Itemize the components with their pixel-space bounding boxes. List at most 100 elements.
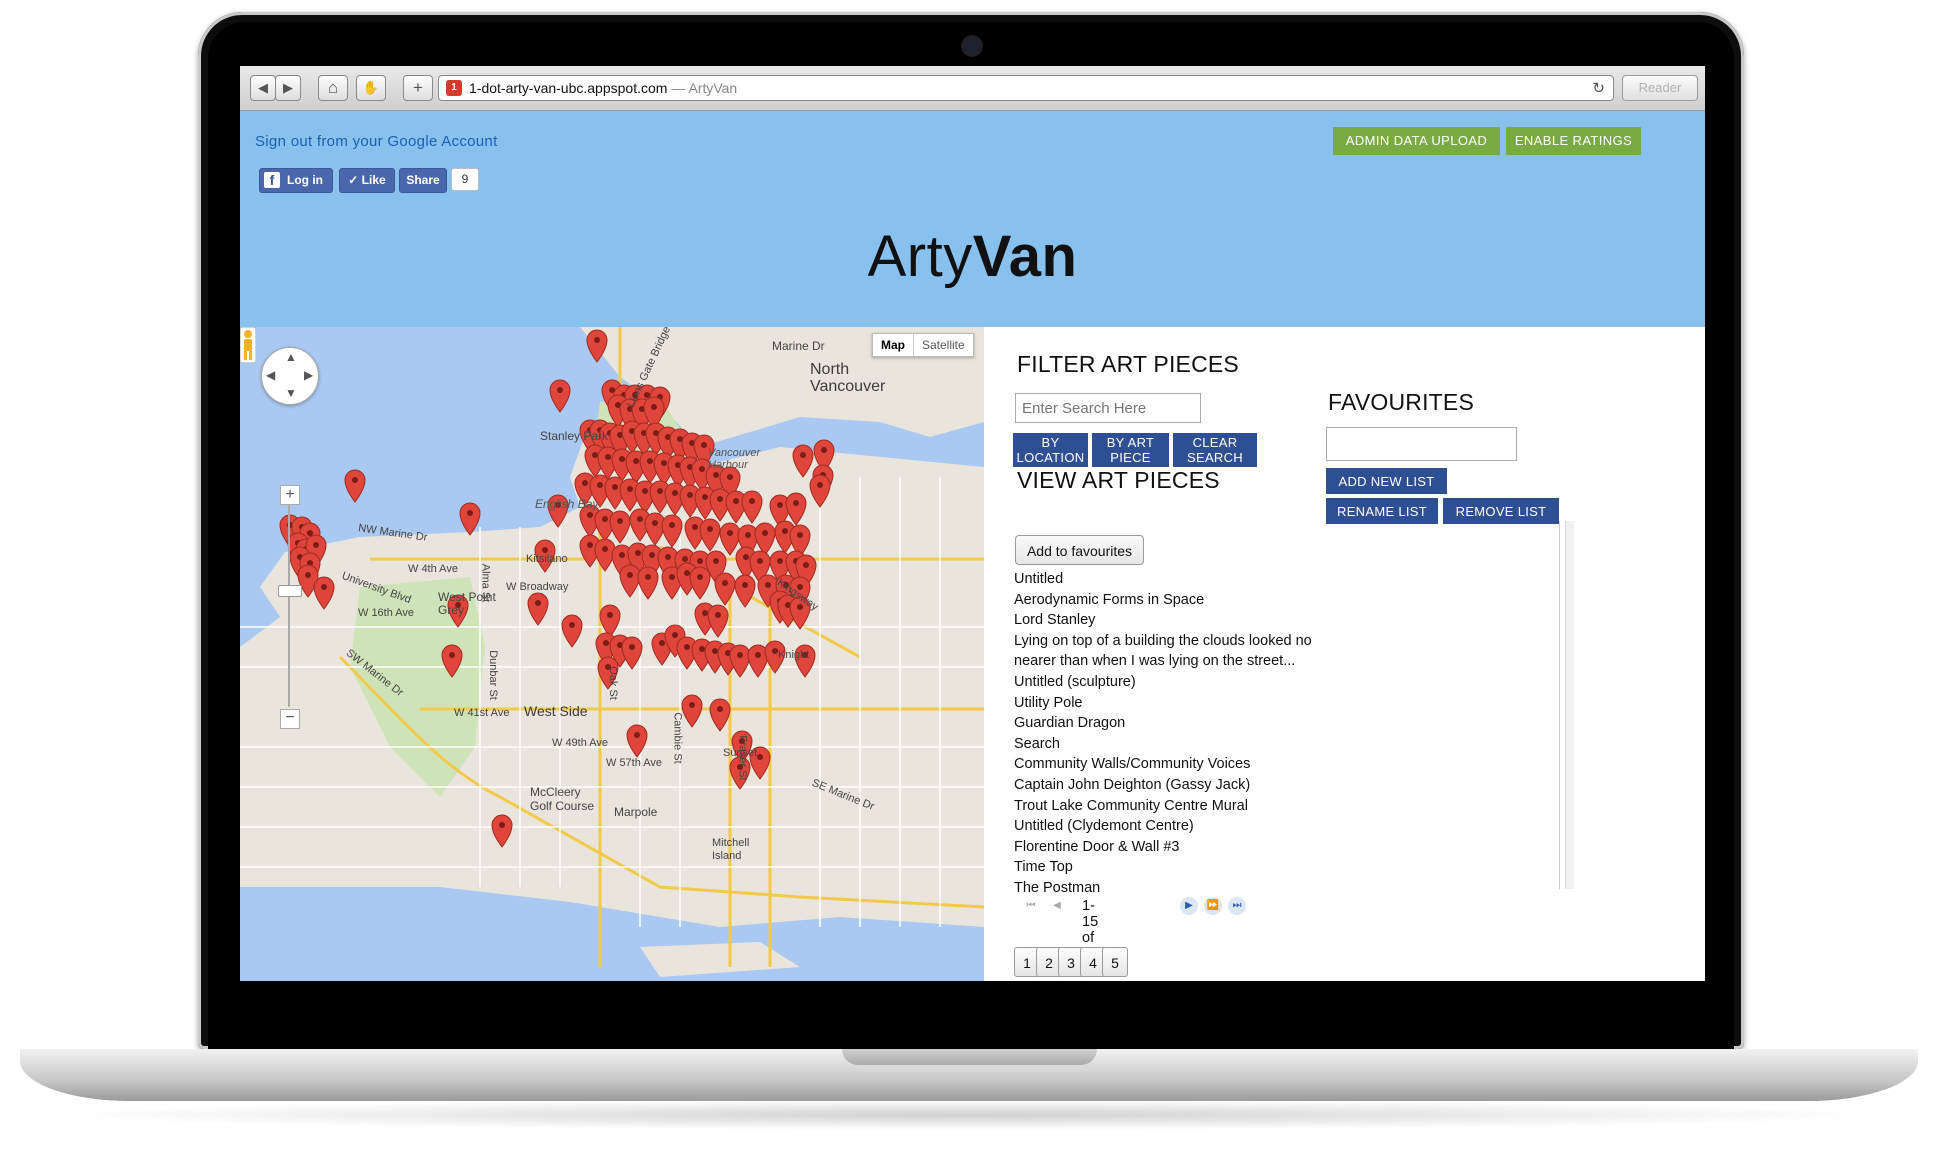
map-marker-dot: [817, 482, 823, 488]
map-marker-dot: [619, 552, 625, 558]
fb-login-button[interactable]: f Log in: [259, 168, 333, 193]
map-type-satellite-button[interactable]: Satellite: [914, 334, 973, 356]
art-piece-item[interactable]: Untitled (sculpture): [1014, 672, 1334, 693]
map-marker-dot: [607, 612, 613, 618]
art-piece-item[interactable]: Utility Pole: [1014, 693, 1334, 714]
reload-icon[interactable]: ↻: [1592, 79, 1605, 97]
art-map[interactable]: Map Satellite ▲ ▼ ◀ ▶ + − North Vancouver…: [240, 327, 984, 981]
map-marker-dot: [659, 640, 665, 646]
art-piece-item[interactable]: The Postman: [1014, 878, 1334, 899]
back-button[interactable]: ◀: [250, 75, 276, 101]
favourites-scrollbar[interactable]: [1565, 521, 1574, 889]
url-field[interactable]: 1 1-dot-arty-van-ubc.appspot.com — ArtyV…: [438, 75, 1614, 101]
map-marker-dot: [713, 472, 719, 478]
admin-upload-button[interactable]: ADMIN DATA UPLOAD: [1333, 127, 1500, 155]
map-marker-dot: [712, 648, 718, 654]
art-piece-item[interactable]: Lying on top of a building the clouds lo…: [1014, 631, 1334, 652]
map-marker-dot: [557, 387, 563, 393]
map-type-control[interactable]: Map Satellite: [872, 333, 974, 357]
zoom-in-button[interactable]: +: [280, 485, 300, 505]
add-to-favourites-button[interactable]: Add to favourites: [1015, 535, 1144, 565]
label-marpole: Marpole: [614, 805, 658, 819]
art-piece-item[interactable]: Search: [1014, 734, 1334, 755]
by-art-piece-button[interactable]: BY ART PIECE: [1092, 433, 1169, 467]
art-piece-item[interactable]: Time Top: [1014, 857, 1334, 878]
next-page-icon[interactable]: ▶: [1180, 897, 1198, 915]
signout-link[interactable]: Sign out from your Google Account: [255, 133, 498, 150]
pan-up-icon[interactable]: ▲: [285, 350, 297, 364]
map-marker-dot: [603, 640, 609, 646]
favourites-title: FAVOURITES: [1328, 389, 1474, 415]
art-piece-item[interactable]: Guardian Dragon: [1014, 713, 1334, 734]
pan-control[interactable]: ▲ ▼ ◀ ▶: [261, 347, 319, 405]
label-mitchell-island: Mitchell Island: [712, 837, 750, 862]
last-page-icon[interactable]: ⏭: [1228, 897, 1246, 915]
bookmarks-button[interactable]: ✋: [356, 75, 386, 101]
art-piece-item[interactable]: Trout Lake Community Centre Mural: [1014, 796, 1334, 817]
map-marker-dot: [757, 558, 763, 564]
add-new-list-button[interactable]: ADD NEW LIST: [1326, 468, 1447, 494]
reader-button[interactable]: Reader: [1622, 75, 1698, 101]
pan-right-icon[interactable]: ▶: [304, 368, 313, 382]
label-dunbar-st: Dunbar St: [486, 650, 499, 700]
prev-page-icon[interactable]: ◀: [1048, 897, 1066, 915]
map-marker-dot: [665, 554, 671, 560]
by-location-button[interactable]: BY LOCATION: [1013, 433, 1088, 467]
map-marker-dot: [352, 477, 358, 483]
enable-ratings-button[interactable]: ENABLE RATINGS: [1506, 127, 1641, 155]
map-marker-dot: [765, 582, 771, 588]
map-marker-dot: [689, 702, 695, 708]
browser-toolbar: ◀ ▶ ⌂ ✋ + 1 1-dot-arty-van-ubc.appspot.c…: [240, 66, 1705, 111]
map-marker-dot: [637, 516, 643, 522]
map-marker-dot: [602, 516, 608, 522]
fb-share-button[interactable]: Share: [399, 168, 447, 193]
search-input[interactable]: [1015, 393, 1201, 423]
map-marker-dot: [717, 496, 723, 502]
new-tab-button[interactable]: +: [403, 75, 433, 101]
art-piece-item[interactable]: Untitled: [1014, 569, 1334, 590]
art-piece-item[interactable]: Florentine Door & Wall #3: [1014, 837, 1334, 858]
map-marker-dot: [803, 562, 809, 568]
art-piece-item[interactable]: Untitled (Clydemont Centre): [1014, 816, 1334, 837]
fast-forward-icon[interactable]: ⏩: [1204, 897, 1222, 915]
map-type-map-button[interactable]: Map: [873, 334, 914, 356]
site-logo: ArtyVan: [240, 223, 1705, 290]
logo-bold: Van: [972, 224, 1078, 289]
favourites-list-panel[interactable]: [1326, 521, 1560, 889]
zoom-out-button[interactable]: −: [280, 709, 300, 729]
label-w-41st-ave: W 41st Ave: [454, 707, 510, 719]
pan-left-icon[interactable]: ◀: [266, 368, 275, 382]
home-button[interactable]: ⌂: [318, 75, 348, 101]
map-marker-dot: [702, 610, 708, 616]
favourite-list-name-input[interactable]: [1326, 427, 1517, 461]
page-button-5[interactable]: 5: [1102, 947, 1128, 977]
map-marker-dot: [587, 512, 593, 518]
map-marker-dot: [699, 466, 705, 472]
label-vancouver-harbour: Vancouver Harbour: [708, 447, 761, 471]
pegman-icon[interactable]: [240, 327, 256, 363]
art-piece-item[interactable]: Lord Stanley: [1014, 610, 1334, 631]
hand-icon: ✋: [362, 80, 380, 95]
art-piece-item[interactable]: Aerodynamic Forms in Space: [1014, 590, 1334, 611]
zoom-slider-track[interactable]: [288, 505, 290, 707]
map-marker-dot: [713, 558, 719, 564]
first-page-icon[interactable]: ⏮: [1022, 897, 1040, 915]
map-marker-dot: [669, 574, 675, 580]
pan-down-icon[interactable]: ▼: [285, 386, 297, 400]
map-marker-dot: [467, 510, 473, 516]
label-mccleery: McCleery Golf Course: [530, 785, 595, 813]
map-marker-dot: [707, 526, 713, 532]
map-marker-dot: [777, 558, 783, 564]
fb-like-button[interactable]: ✓ Like: [339, 168, 395, 193]
label-english-bay: English Bay: [535, 497, 599, 511]
art-piece-item[interactable]: nearer than when I was lying on the stre…: [1014, 651, 1334, 672]
label-w-16th-ave: W 16th Ave: [358, 607, 415, 619]
map-marker-dot: [644, 392, 650, 398]
map-marker-dot: [745, 532, 751, 538]
clear-search-button[interactable]: CLEAR SEARCH: [1173, 433, 1257, 467]
art-piece-item[interactable]: Captain John Deighton (Gassy Jack): [1014, 775, 1334, 796]
map-marker-dot: [722, 580, 728, 586]
art-piece-item[interactable]: Community Walls/Community Voices: [1014, 754, 1334, 775]
forward-button[interactable]: ▶: [275, 75, 301, 101]
zoom-slider-thumb[interactable]: [278, 585, 302, 597]
